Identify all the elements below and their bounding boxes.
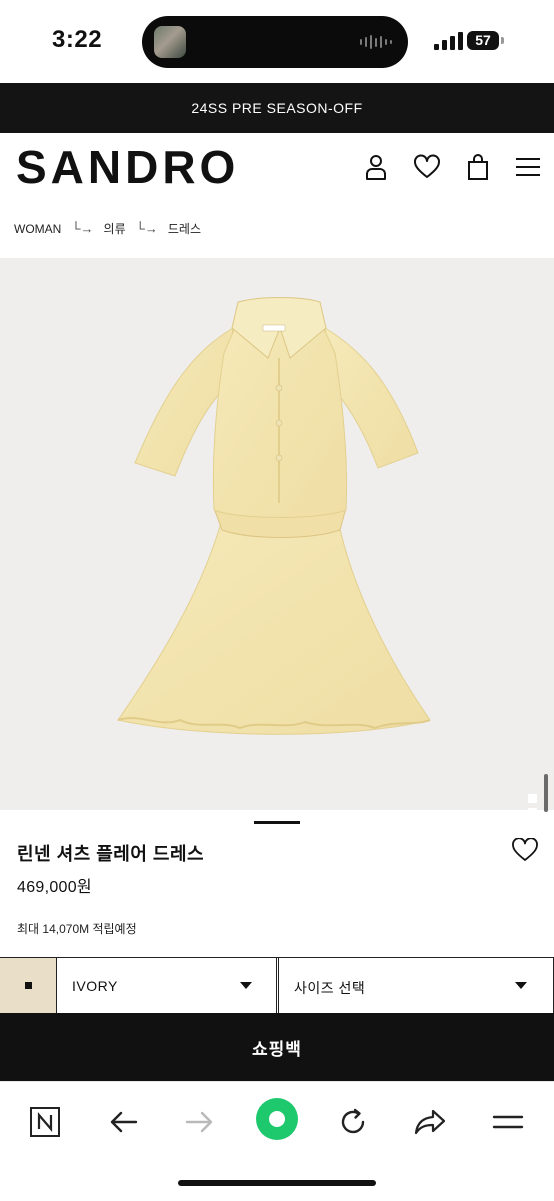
battery-tip <box>501 37 504 44</box>
breadcrumb-woman[interactable]: WOMAN <box>14 222 61 236</box>
menu-icon[interactable] <box>514 153 542 181</box>
promo-banner[interactable]: 24SS PRE SEASON-OFF <box>0 83 554 133</box>
wishlist-heart-icon[interactable] <box>512 837 538 862</box>
color-value: IVORY <box>72 978 118 994</box>
breadcrumb-clothing[interactable]: 의류 <box>104 220 126 237</box>
product-image[interactable] <box>0 258 554 810</box>
forward-arrow-icon[interactable] <box>180 1102 220 1142</box>
home-indicator[interactable] <box>178 1180 376 1186</box>
dress-illustration <box>117 297 431 735</box>
breadcrumb-separator: └→ <box>71 221 94 236</box>
product-title: 린넨 셔츠 플레어 드레스 <box>17 844 205 864</box>
breadcrumb: WOMAN └→ 의류 └→ 드레스 <box>14 220 201 237</box>
drag-handle[interactable] <box>254 821 300 824</box>
audio-wave-icon <box>360 34 392 50</box>
color-select[interactable]: IVORY <box>57 958 277 1014</box>
naver-n-icon[interactable] <box>25 1102 65 1142</box>
chevron-down-icon <box>515 982 527 989</box>
size-select[interactable]: 사이즈 선택 <box>278 958 554 1014</box>
shopping-bag-icon[interactable] <box>464 153 492 181</box>
option-selectors: IVORY 사이즈 선택 <box>0 957 554 1014</box>
back-arrow-icon[interactable] <box>103 1102 143 1142</box>
dynamic-island[interactable] <box>142 16 408 68</box>
gallery-dot[interactable] <box>528 794 537 803</box>
status-bar: 3:22 57 <box>0 0 554 82</box>
battery-icon: 57 <box>467 31 499 50</box>
now-playing-thumbnail <box>154 26 186 58</box>
size-placeholder: 사이즈 선택 <box>294 980 366 996</box>
share-icon[interactable] <box>410 1102 450 1142</box>
gallery-dot[interactable] <box>528 808 537 810</box>
add-to-bag-button[interactable]: 쇼핑백 <box>0 1013 554 1081</box>
user-icon[interactable] <box>362 153 390 181</box>
heart-icon[interactable] <box>413 153 441 181</box>
scrollbar[interactable] <box>544 774 548 812</box>
status-time: 3:22 <box>52 26 103 53</box>
brand-logo[interactable]: SANDRO <box>16 144 239 190</box>
swatch-selected-marker <box>25 982 32 989</box>
refresh-icon[interactable] <box>333 1102 373 1142</box>
chevron-down-icon <box>240 982 252 989</box>
gallery-pagination[interactable] <box>528 794 537 810</box>
breadcrumb-separator: └→ <box>135 221 158 236</box>
reward-points: 최대 14,070M 적립예정 <box>17 922 137 936</box>
menu-icon[interactable] <box>488 1102 528 1142</box>
green-dot-icon[interactable] <box>256 1098 298 1140</box>
breadcrumb-dress[interactable]: 드레스 <box>168 220 201 237</box>
color-swatch[interactable] <box>0 958 57 1014</box>
signal-icon <box>434 32 463 50</box>
product-price: 469,000원 <box>17 879 92 896</box>
site-header: SANDRO <box>0 133 554 208</box>
